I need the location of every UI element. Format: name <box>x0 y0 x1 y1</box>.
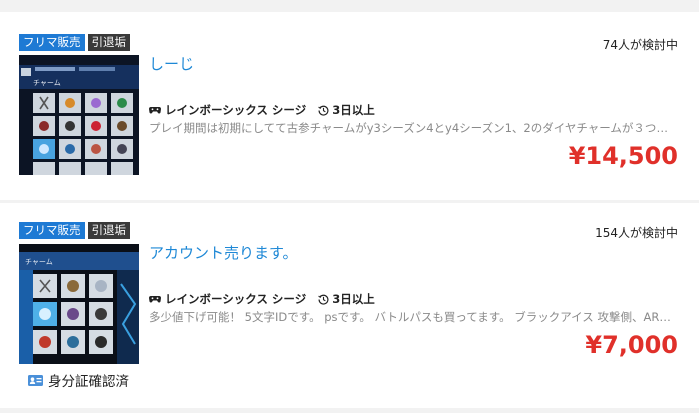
gamepad-icon <box>149 107 161 114</box>
clock-icon <box>318 294 329 305</box>
listing-description: プレイ期間は初期にしてて古参チャームがy3シーズン4とy4シーズン1、2のダイヤ… <box>149 121 675 135</box>
game-name: レインボーシックス シージ <box>165 292 307 306</box>
id-card-icon <box>28 374 43 386</box>
clock-icon <box>318 105 329 116</box>
thumb-label: チャーム <box>25 258 53 266</box>
badge-retired-account: 引退垢 <box>87 222 130 239</box>
game-name: レインボーシックス シージ <box>165 103 307 117</box>
verified-label: 身分証確認済 <box>48 374 129 390</box>
listing-age: 3日以上 <box>332 292 375 306</box>
listing-meta: レインボーシックス シージ 3日以上 <box>149 291 375 307</box>
listing-card[interactable]: フリマ販売 引退垢 チャーム 154人が検討中 アカウント売ります。 レインボー… <box>0 203 699 408</box>
viewer-count: 154人が検討中 <box>595 226 678 240</box>
badge-group: フリマ販売 引退垢 <box>19 222 130 239</box>
badge-flea-market: フリマ販売 <box>19 222 85 239</box>
thumbnail-image: チャーム <box>19 55 139 175</box>
viewer-count: 74人が検討中 <box>602 38 678 52</box>
badge-flea-market: フリマ販売 <box>19 34 85 51</box>
listing-price: ¥14,500 <box>568 142 678 170</box>
badge-group: フリマ販売 引退垢 <box>19 34 130 51</box>
listing-age: 3日以上 <box>332 103 375 117</box>
listing-meta: レインボーシックス シージ 3日以上 <box>149 102 375 118</box>
listing-thumbnail[interactable]: チャーム <box>19 244 139 364</box>
listing-thumbnail[interactable]: チャーム <box>19 55 139 175</box>
listing-price: ¥7,000 <box>585 331 678 359</box>
gamepad-icon <box>149 296 161 303</box>
thumb-label: チャーム <box>33 79 61 87</box>
listing-description: 多少値下げ可能！ 5文字IDです。 psです。 バトルパスも買ってます。 ブラッ… <box>149 310 675 324</box>
listing-title[interactable]: しーじ <box>149 53 194 74</box>
thumbnail-image: チャーム <box>19 244 139 364</box>
listing-title[interactable]: アカウント売ります。 <box>149 242 298 263</box>
badge-retired-account: 引退垢 <box>87 34 130 51</box>
verification-badge: 身分証確認済 <box>28 370 129 390</box>
listing-card[interactable]: フリマ販売 引退垢 チャーム 74人が検討中 しーじ レインボーシックス シージ… <box>0 12 699 200</box>
